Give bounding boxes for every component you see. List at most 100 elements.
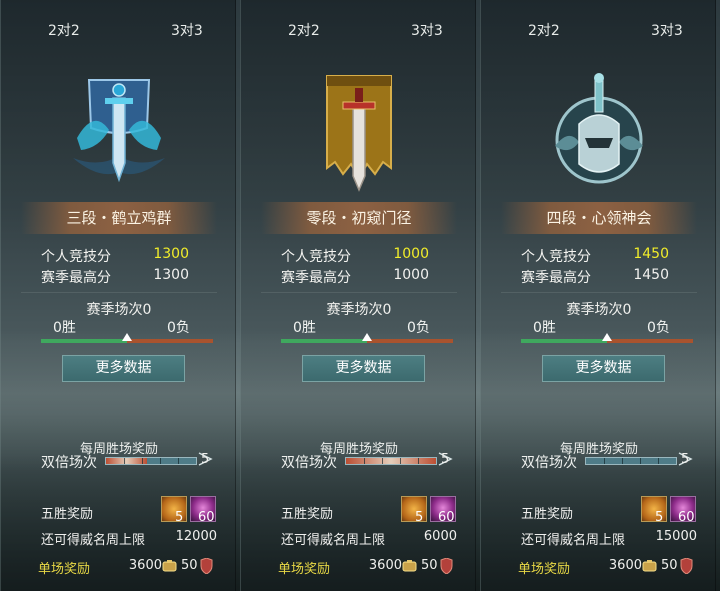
- double-matches-max: 5: [201, 452, 210, 467]
- gold-chest-count: 5: [415, 510, 424, 525]
- double-matches-max: 5: [441, 452, 450, 467]
- win-loss-bar: [281, 333, 453, 343]
- win-loss-marker: [122, 333, 132, 341]
- season-matches: 赛季场次0: [566, 302, 632, 318]
- tab-2v2[interactable]: 2对2: [528, 20, 560, 40]
- tab-2v2[interactable]: 2对2: [48, 20, 80, 40]
- win-fill: [281, 339, 367, 343]
- fame-limit-value: 15000: [655, 529, 697, 544]
- gold-chest-count: 5: [175, 510, 184, 525]
- rank-title: 三段・鹤立鸡群: [21, 202, 217, 234]
- bar-tick: [622, 458, 623, 464]
- personal-score-value: 1000: [393, 246, 429, 262]
- fame-limit-value: 12000: [175, 529, 217, 544]
- coin-icon: [402, 560, 417, 572]
- wins-count: 0胜: [533, 320, 556, 336]
- single-reward-label: 单场奖励: [278, 562, 331, 577]
- bar-tick: [400, 458, 401, 464]
- bar-tick: [160, 458, 161, 464]
- double-matches-bar: [105, 457, 197, 465]
- win-loss-bar: [521, 333, 693, 343]
- divider: [21, 292, 217, 293]
- single-coin-value: 3600: [368, 558, 402, 573]
- season-high-value: 1450: [633, 267, 669, 283]
- personal-score-value: 1450: [633, 246, 669, 262]
- loss-fill: [607, 339, 693, 343]
- five-win-reward-label: 五胜奖励: [521, 507, 574, 522]
- rank-title: 零段・初窥门径: [261, 202, 457, 234]
- tab-3v3[interactable]: 3对3: [171, 20, 203, 40]
- fame-limit-label: 还可得威名周上限: [281, 533, 386, 548]
- win-loss-bar: [41, 333, 213, 343]
- single-badge-value: 50: [181, 558, 198, 573]
- loss-fill: [127, 339, 213, 343]
- bar-tick: [604, 458, 605, 464]
- rank-panel-2: 2对2 3对3 零段・初窥门径 个人竞技分 1000 赛季最高分 1000 赛季…: [240, 0, 476, 591]
- shield-icon: [680, 558, 693, 574]
- bar-tick: [382, 458, 383, 464]
- more-data-button[interactable]: 更多数据: [62, 355, 185, 382]
- single-coin-value: 3600: [608, 558, 642, 573]
- win-fill: [521, 339, 607, 343]
- season-high-value: 1300: [153, 267, 189, 283]
- divider: [261, 292, 457, 293]
- double-matches-label: 双倍场次: [41, 455, 97, 471]
- bar-tick: [142, 458, 143, 464]
- silver-helm-emblem-icon: [555, 73, 643, 184]
- season-high-label: 赛季最高分: [521, 270, 591, 286]
- tab-3v3[interactable]: 3对3: [651, 20, 683, 40]
- losses-count: 0负: [407, 320, 430, 336]
- gold-chest-count: 5: [655, 510, 664, 525]
- win-fill: [41, 339, 127, 343]
- wins-count: 0胜: [293, 320, 316, 336]
- rank-panel-3: 2对2 3对3 四段・心领神会 个人竞技分 1450 赛季最高分 1450 赛季…: [480, 0, 716, 591]
- wins-count: 0胜: [53, 320, 76, 336]
- shield-icon: [200, 558, 213, 574]
- more-data-button[interactable]: 更多数据: [542, 355, 665, 382]
- double-matches-bar: [585, 457, 677, 465]
- purple-gem-count: 60: [198, 510, 215, 525]
- gold-sword-banner-icon: [326, 75, 392, 192]
- fame-limit-label: 还可得威名周上限: [41, 533, 146, 548]
- double-matches-fill: [106, 458, 147, 464]
- single-badge-value: 50: [421, 558, 438, 573]
- bar-tick: [124, 458, 125, 464]
- fame-limit-value: 6000: [423, 529, 457, 544]
- season-matches: 赛季场次0: [86, 302, 152, 318]
- single-reward-label: 单场奖励: [38, 562, 91, 577]
- season-matches: 赛季场次0: [326, 302, 392, 318]
- season-high-label: 赛季最高分: [281, 270, 351, 286]
- purple-gem-count: 60: [438, 510, 455, 525]
- single-reward-label: 单场奖励: [518, 562, 571, 577]
- rank-title: 四段・心领神会: [501, 202, 697, 234]
- personal-score-value: 1300: [153, 246, 189, 262]
- bar-tick: [658, 458, 659, 464]
- losses-count: 0负: [167, 320, 190, 336]
- tab-3v3[interactable]: 3对3: [411, 20, 443, 40]
- personal-score-label: 个人竞技分: [521, 249, 591, 265]
- coin-icon: [642, 560, 657, 572]
- divider: [501, 292, 697, 293]
- single-coin-value: 3600: [128, 558, 162, 573]
- five-win-reward-label: 五胜奖励: [281, 507, 334, 522]
- double-matches-label: 双倍场次: [521, 455, 577, 471]
- bar-tick: [640, 458, 641, 464]
- personal-score-label: 个人竞技分: [281, 249, 351, 265]
- single-badge-value: 50: [661, 558, 678, 573]
- loss-fill: [367, 339, 453, 343]
- double-matches-label: 双倍场次: [281, 455, 337, 471]
- purple-gem-count: 60: [678, 510, 695, 525]
- double-matches-max: 5: [681, 452, 690, 467]
- double-matches-bar: [345, 457, 437, 465]
- fame-limit-label: 还可得威名周上限: [521, 533, 626, 548]
- personal-score-label: 个人竞技分: [41, 249, 111, 265]
- blue-sword-banner-icon: [73, 79, 165, 183]
- bar-tick: [178, 458, 179, 464]
- bar-tick: [418, 458, 419, 464]
- bar-tick: [364, 458, 365, 464]
- win-loss-marker: [602, 333, 612, 341]
- tab-2v2[interactable]: 2对2: [288, 20, 320, 40]
- more-data-button[interactable]: 更多数据: [302, 355, 425, 382]
- five-win-reward-label: 五胜奖励: [41, 507, 94, 522]
- shield-icon: [440, 558, 453, 574]
